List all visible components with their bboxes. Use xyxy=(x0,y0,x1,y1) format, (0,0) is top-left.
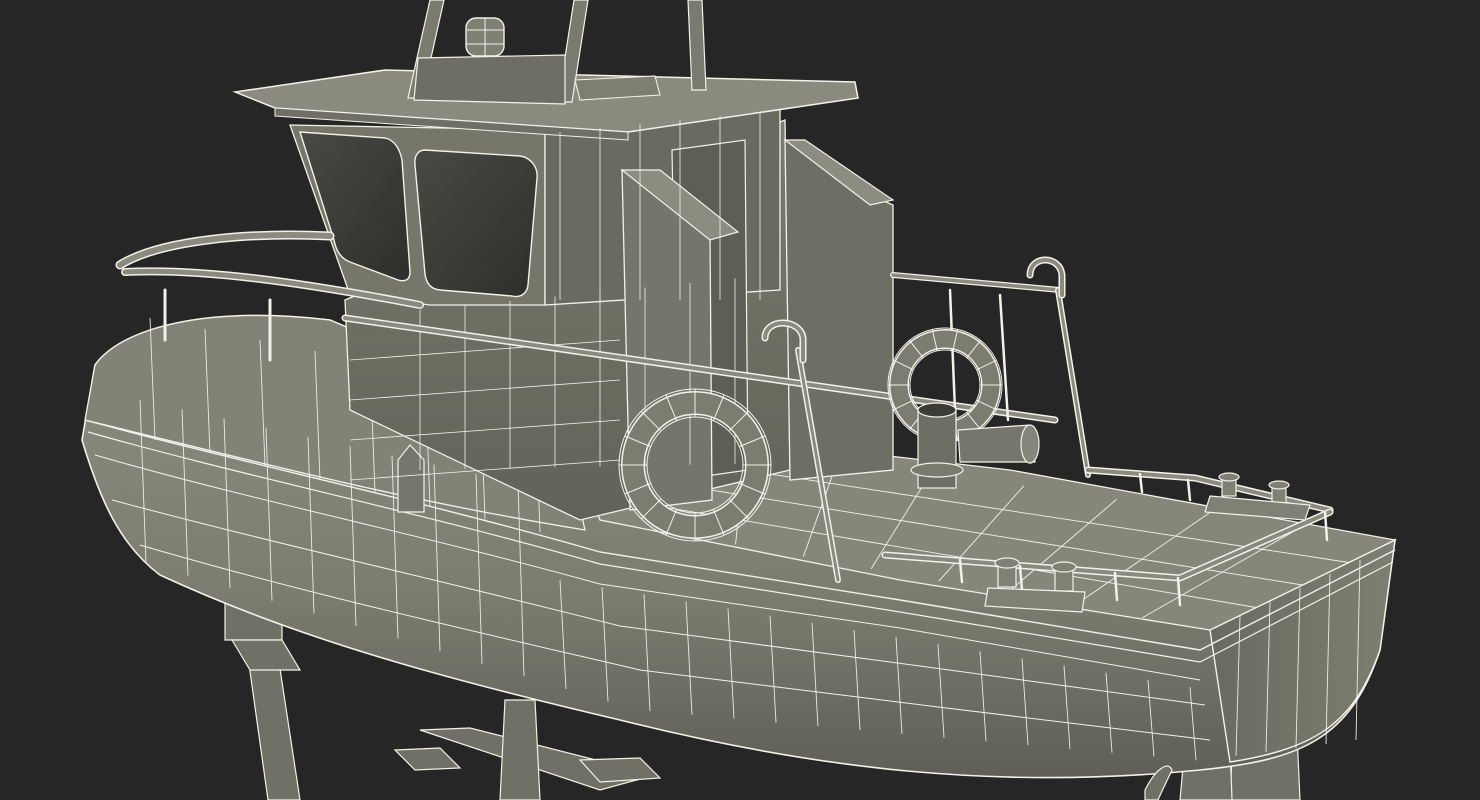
spotlight-icon xyxy=(465,17,505,57)
tugboat-wireframe-scene xyxy=(81,0,1398,800)
wheelhouse-window-left xyxy=(299,131,411,282)
wheelhouse-window-right xyxy=(414,149,538,298)
render-viewport xyxy=(0,0,1480,800)
